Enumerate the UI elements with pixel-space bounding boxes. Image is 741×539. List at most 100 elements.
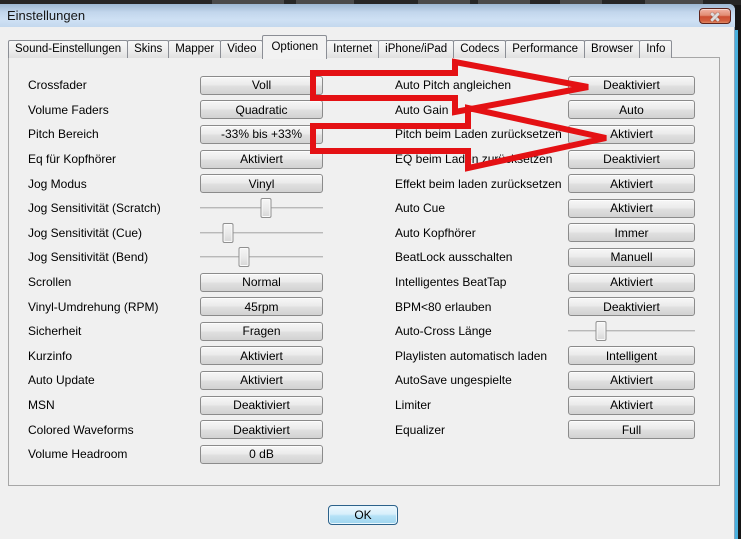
setting-label: Auto Kopfhörer (395, 225, 476, 240)
scroll-button[interactable]: Normal (200, 272, 323, 292)
vinyl-rpm-button[interactable]: 45rpm (200, 297, 323, 317)
effect-reset-on-load-button[interactable]: Aktiviert (568, 174, 695, 194)
setting-label: AutoSave ungespielte (395, 373, 512, 388)
settings-row: Volume Headroom 0 dB (10, 442, 323, 467)
options-column-right: Auto Pitch angleichen Deaktiviert Auto G… (385, 73, 695, 442)
slider-thumb[interactable] (260, 198, 272, 219)
slider-track[interactable] (200, 231, 323, 234)
tab-performance[interactable]: Performance (505, 40, 586, 58)
msn-button[interactable]: Deaktiviert (200, 395, 323, 415)
jog-sensitivity-scratch-slider[interactable] (200, 197, 323, 219)
volume-faders-button[interactable]: Quadratic (200, 100, 323, 120)
setting-label: Auto Gain (395, 102, 449, 117)
settings-row: Vinyl-Umdrehung (RPM) 45rpm (10, 294, 323, 319)
settings-row: EQ beim Laden zurücksetzen Deaktiviert (385, 147, 695, 172)
auto-cross-length-slider[interactable] (568, 320, 695, 342)
settings-row: Auto-Cross Länge (385, 319, 695, 344)
setting-label: Pitch Bereich (28, 127, 99, 142)
settings-row: MSN Deaktiviert (10, 393, 323, 418)
tab-sound-einstellungen[interactable]: Sound-Einstellungen (8, 40, 129, 58)
auto-update-button[interactable]: Aktiviert (200, 370, 323, 390)
tab-bar: Sound-Einstellungen Skins Mapper Video O… (8, 34, 673, 59)
setting-label: BeatLock ausschalten (395, 250, 513, 265)
beatlock-button[interactable]: Manuell (568, 247, 695, 267)
settings-row: Jog Sensitivität (Bend) (10, 245, 323, 270)
settings-row: Auto Cue Aktiviert (385, 196, 695, 221)
tab-info[interactable]: Info (639, 40, 673, 58)
dialog-title: Einstellungen (7, 8, 86, 23)
settings-row: Auto Gain Auto (385, 98, 695, 123)
settings-row: Scrollen Normal (10, 270, 323, 295)
autosave-button[interactable]: Aktiviert (568, 370, 695, 390)
slider-track[interactable] (200, 256, 323, 259)
jog-mode-button[interactable]: Vinyl (200, 174, 323, 194)
settings-row: Auto Kopfhörer Immer (385, 221, 695, 246)
bpm80-button[interactable]: Deaktiviert (568, 297, 695, 317)
setting-label: Jog Sensitivität (Scratch) (28, 201, 161, 216)
settings-row: Jog Sensitivität (Cue) (10, 221, 323, 246)
settings-dialog: Einstellungen Sound-Einstellungen Skins … (0, 4, 735, 539)
setting-label: Limiter (395, 398, 432, 413)
eq-reset-on-load-button[interactable]: Deaktiviert (568, 149, 695, 169)
options-column-left: Crossfader Voll Volume Faders Quadratic … (10, 73, 323, 467)
equalizer-button[interactable]: Full (568, 420, 695, 440)
settings-row: Equalizer Full (385, 417, 695, 442)
setting-label: Playlisten automatisch laden (395, 348, 548, 363)
slider-thumb[interactable] (595, 321, 607, 342)
tab-optionen[interactable]: Optionen (262, 35, 328, 59)
setting-label: EQ beim Laden zurücksetzen (395, 152, 553, 167)
jog-sensitivity-cue-slider[interactable] (200, 222, 323, 244)
background-window-edge (735, 30, 738, 539)
slider-thumb[interactable] (222, 222, 234, 243)
setting-label: Auto Update (28, 373, 95, 388)
setting-label: Volume Faders (28, 102, 109, 117)
slider-track[interactable] (568, 330, 695, 333)
setting-label: Kurzinfo (28, 348, 73, 363)
settings-row: Crossfader Voll (10, 73, 323, 98)
colored-waveforms-button[interactable]: Deaktiviert (200, 420, 323, 440)
settings-row: Colored Waveforms Deaktiviert (10, 417, 323, 442)
setting-label: Jog Sensitivität (Cue) (28, 225, 143, 240)
pitch-reset-on-load-button[interactable]: Aktiviert (568, 124, 695, 144)
close-button[interactable] (699, 8, 731, 24)
setting-label: Sicherheit (28, 324, 82, 339)
eq-headphone-button[interactable]: Aktiviert (200, 149, 323, 169)
setting-label: Auto Cue (395, 201, 446, 216)
security-button[interactable]: Fragen (200, 321, 323, 341)
limiter-button[interactable]: Aktiviert (568, 395, 695, 415)
setting-label: Crossfader (28, 78, 87, 93)
setting-label: Effekt beim laden zurücksetzen (395, 176, 562, 191)
title-bar: Einstellungen (0, 4, 735, 27)
settings-row: Auto Pitch angleichen Deaktiviert (385, 73, 695, 98)
settings-row: AutoSave ungespielte Aktiviert (385, 368, 695, 393)
settings-row: Effekt beim laden zurücksetzen Aktiviert (385, 171, 695, 196)
tooltip-button[interactable]: Aktiviert (200, 346, 323, 366)
setting-label: Volume Headroom (28, 447, 128, 462)
pitch-range-button[interactable]: -33% bis +33% (200, 124, 323, 144)
tab-browser[interactable]: Browser (584, 40, 641, 58)
tab-skins[interactable]: Skins (127, 40, 170, 58)
auto-gain-button[interactable]: Auto (568, 100, 695, 120)
setting-label: Auto Pitch angleichen (395, 78, 512, 93)
settings-row: Jog Sensitivität (Scratch) (10, 196, 323, 221)
settings-row: Volume Faders Quadratic (10, 98, 323, 123)
tab-internet[interactable]: Internet (326, 40, 380, 58)
auto-headphone-button[interactable]: Immer (568, 223, 695, 243)
tab-video[interactable]: Video (220, 40, 264, 58)
settings-row: Pitch beim Laden zurücksetzen Aktiviert (385, 122, 695, 147)
tab-iphone-ipad[interactable]: iPhone/iPad (378, 40, 455, 58)
auto-pitch-button[interactable]: Deaktiviert (568, 75, 695, 95)
playlist-autoload-button[interactable]: Intelligent (568, 346, 695, 366)
beattap-button[interactable]: Aktiviert (568, 272, 695, 292)
setting-label: Vinyl-Umdrehung (RPM) (28, 299, 159, 314)
auto-cue-button[interactable]: Aktiviert (568, 198, 695, 218)
setting-label: BPM<80 erlauben (395, 299, 492, 314)
slider-thumb[interactable] (238, 247, 250, 268)
tab-codecs[interactable]: Codecs (453, 40, 507, 58)
volume-headroom-button[interactable]: 0 dB (200, 444, 323, 464)
tab-mapper[interactable]: Mapper (168, 40, 222, 58)
jog-sensitivity-bend-slider[interactable] (200, 246, 323, 268)
crossfader-button[interactable]: Voll (200, 75, 323, 95)
settings-row: Limiter Aktiviert (385, 393, 695, 418)
ok-button[interactable]: OK (328, 505, 398, 525)
